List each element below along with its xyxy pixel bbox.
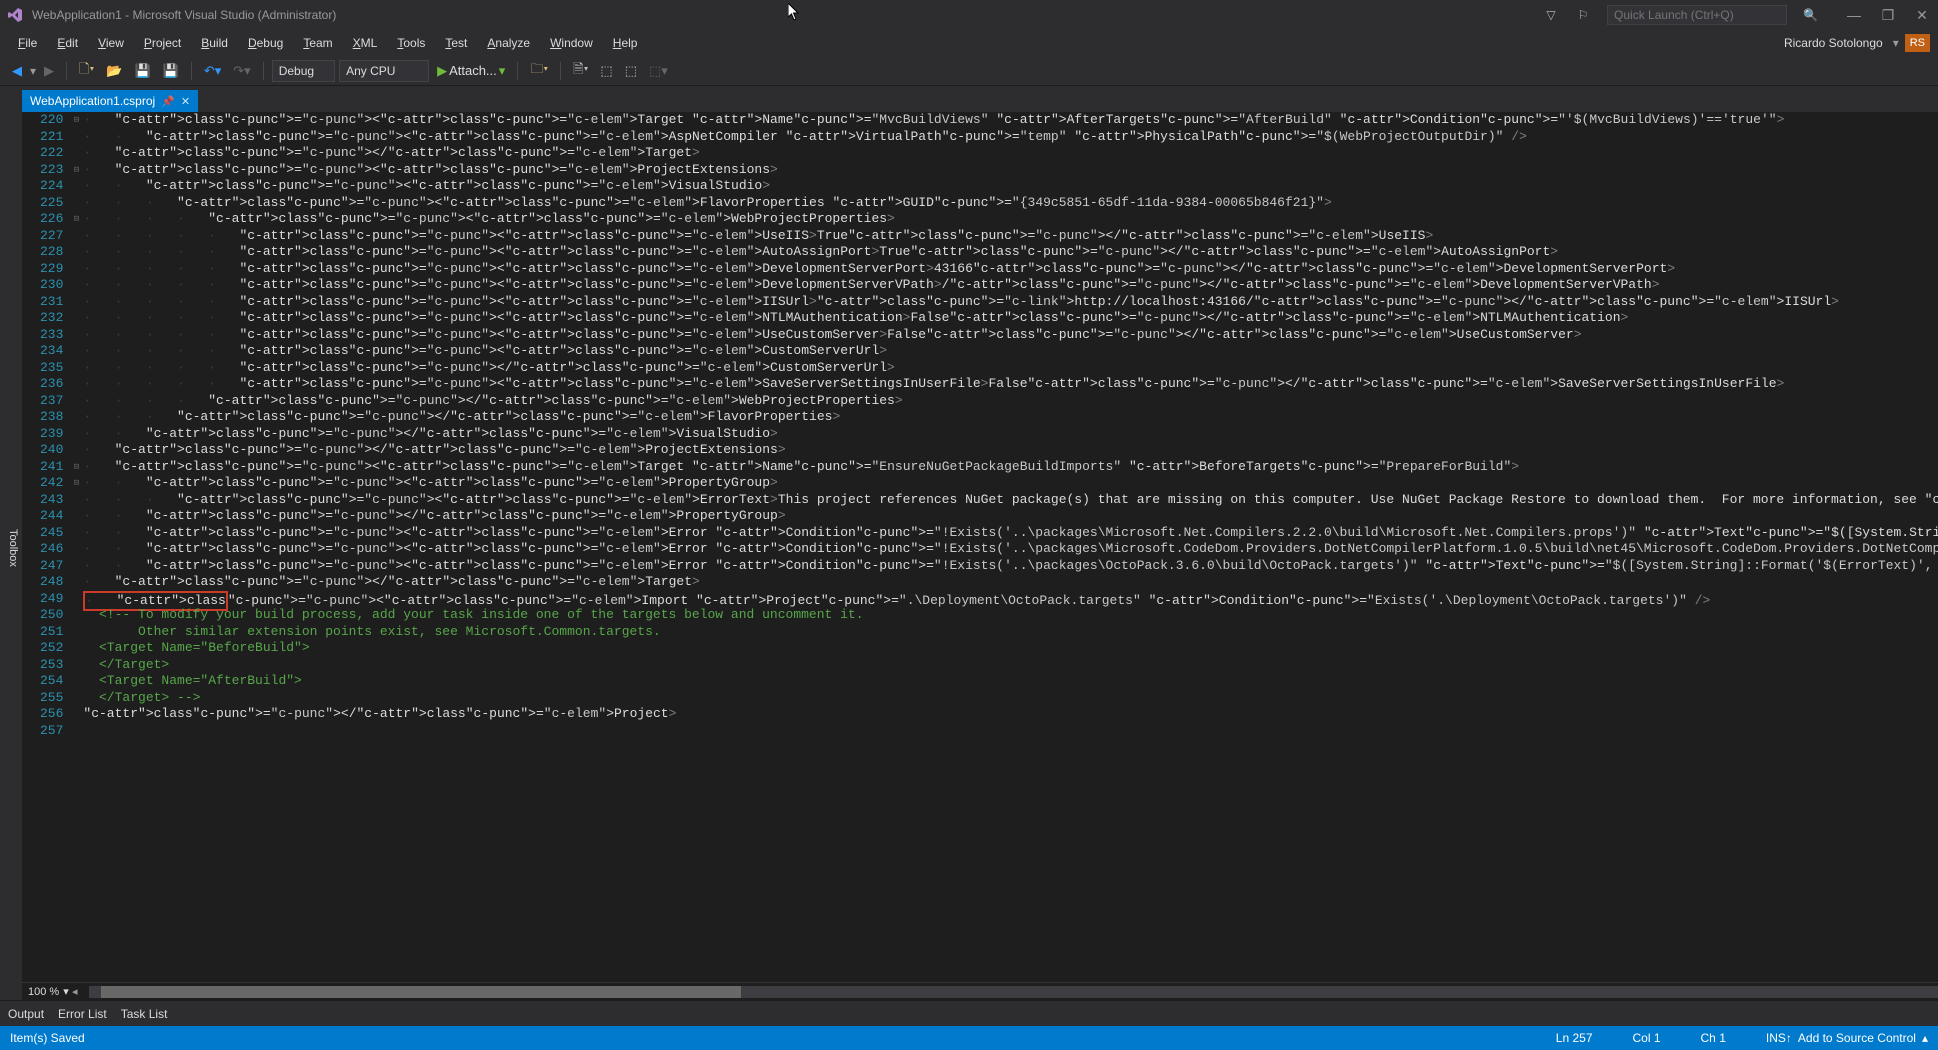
menu-xml[interactable]: XML: [343, 32, 388, 54]
save-all-button[interactable]: 💾: [159, 61, 183, 81]
vs-logo-icon: [6, 6, 24, 24]
menubar: FileEditViewProjectBuildDebugTeamXMLTool…: [0, 30, 1938, 56]
editor-area: WebApplication1.csproj 📌 ✕ ▾ 22022122222…: [22, 86, 1938, 1000]
new-project-button[interactable]: 🗋▾: [75, 58, 98, 84]
pin-icon[interactable]: 📌: [161, 95, 175, 108]
status-col: Col 1: [1633, 1031, 1661, 1045]
menu-build[interactable]: Build: [191, 32, 238, 54]
error-list-tab[interactable]: Error List: [58, 1007, 107, 1021]
tab-label: WebApplication1.csproj: [30, 94, 155, 108]
nav-back-button[interactable]: ◀: [8, 61, 26, 81]
redo-button[interactable]: ↷▾: [229, 61, 254, 81]
platform-dropdown[interactable]: Any CPU: [339, 60, 429, 82]
save-button[interactable]: 💾: [130, 61, 154, 81]
filter-icon[interactable]: ▽: [1543, 7, 1559, 23]
hscroll-thumb[interactable]: [101, 986, 741, 998]
code-editor[interactable]: 2202212222232242252262272282292302312322…: [22, 112, 1938, 982]
menu-analyze[interactable]: Analyze: [477, 32, 540, 54]
status-line: Ln 257: [1556, 1031, 1593, 1045]
nav-forward-button[interactable]: ▶: [40, 61, 58, 81]
minimize-button[interactable]: —: [1844, 7, 1864, 24]
user-avatar[interactable]: RS: [1905, 34, 1930, 52]
sidebar-left: Toolbox Test Explorer: [0, 86, 22, 1000]
undo-button[interactable]: ↶▾: [200, 61, 225, 81]
active-tab[interactable]: WebApplication1.csproj 📌 ✕: [22, 90, 198, 112]
folder-icon[interactable]: 🗀▾: [526, 58, 552, 84]
test-explorer-tab[interactable]: Test Explorer: [0, 504, 4, 592]
menu-edit[interactable]: Edit: [47, 32, 88, 54]
close-button[interactable]: ✕: [1912, 7, 1932, 24]
notifications-icon[interactable]: ⚐: [1575, 7, 1591, 23]
tool-icon-1[interactable]: 🗎▾: [569, 58, 592, 84]
status-ins: INS: [1766, 1031, 1786, 1045]
menu-debug[interactable]: Debug: [238, 32, 293, 54]
line-numbers: 2202212222232242252262272282292302312322…: [22, 112, 69, 982]
source-control-up-icon[interactable]: ↑: [1786, 1031, 1792, 1045]
tool-icon-3[interactable]: ⬚: [621, 61, 641, 81]
menu-help[interactable]: Help: [603, 32, 648, 54]
menu-team[interactable]: Team: [293, 32, 342, 54]
document-tabs: WebApplication1.csproj 📌 ✕ ▾: [22, 86, 1938, 112]
status-ch: Ch 1: [1701, 1031, 1726, 1045]
task-list-tab[interactable]: Task List: [121, 1007, 168, 1021]
menu-project[interactable]: Project: [134, 32, 191, 54]
chevron-down-icon[interactable]: ▾: [1893, 36, 1899, 50]
editor-footer: 100 % ▾ ◂ ▸: [22, 982, 1938, 1000]
tool-icon-4[interactable]: ⬚▾: [645, 61, 672, 81]
close-icon[interactable]: ✕: [181, 95, 190, 108]
zoom-dropdown[interactable]: 100 % ▾: [28, 985, 69, 998]
hscroll-left-icon[interactable]: ◂: [69, 985, 81, 998]
quick-launch-input[interactable]: [1607, 5, 1787, 25]
status-message: Item(s) Saved: [10, 1031, 1556, 1045]
menu-test[interactable]: Test: [435, 32, 477, 54]
titlebar: WebApplication1 - Microsoft Visual Studi…: [0, 0, 1938, 30]
main-area: Toolbox Test Explorer WebApplication1.cs…: [0, 86, 1938, 1000]
bottom-panel: Output Error List Task List: [0, 1000, 1938, 1026]
open-button[interactable]: 📂: [102, 61, 126, 81]
toolbox-tab[interactable]: Toolbox: [4, 517, 22, 579]
search-icon[interactable]: 🔍: [1803, 8, 1818, 22]
menu-tools[interactable]: Tools: [387, 32, 435, 54]
toolbar: ◀ ▾ ▶ 🗋▾ 📂 💾 💾 ↶▾ ↷▾ Debug Any CPU ▶ Att…: [0, 56, 1938, 86]
chevron-down-icon[interactable]: ▾: [30, 64, 36, 78]
outline-margin[interactable]: ⊟⊟⊟⊟⊟: [69, 112, 83, 982]
user-name[interactable]: Ricardo Sotolongo: [1784, 36, 1887, 50]
restore-button[interactable]: ❐: [1878, 7, 1898, 24]
tool-icon-2[interactable]: ⬚: [596, 61, 616, 81]
chevron-up-icon[interactable]: ▴: [1922, 1031, 1928, 1045]
menu-file[interactable]: File: [8, 32, 47, 54]
config-dropdown[interactable]: Debug: [272, 60, 335, 82]
add-source-control[interactable]: Add to Source Control: [1798, 1031, 1916, 1045]
menu-window[interactable]: Window: [540, 32, 603, 54]
menu-view[interactable]: View: [88, 32, 134, 54]
window-title: WebApplication1 - Microsoft Visual Studi…: [32, 8, 1535, 22]
statusbar: Item(s) Saved Ln 257 Col 1 Ch 1 INS ↑ Ad…: [0, 1026, 1938, 1050]
output-tab[interactable]: Output: [8, 1007, 44, 1021]
code-body[interactable]: · "c-attr">class"c-punc">="c-punc"><"c-a…: [83, 112, 1938, 982]
start-button[interactable]: ▶ Attach... ▾: [433, 61, 509, 81]
horizontal-scrollbar[interactable]: [89, 986, 1938, 998]
